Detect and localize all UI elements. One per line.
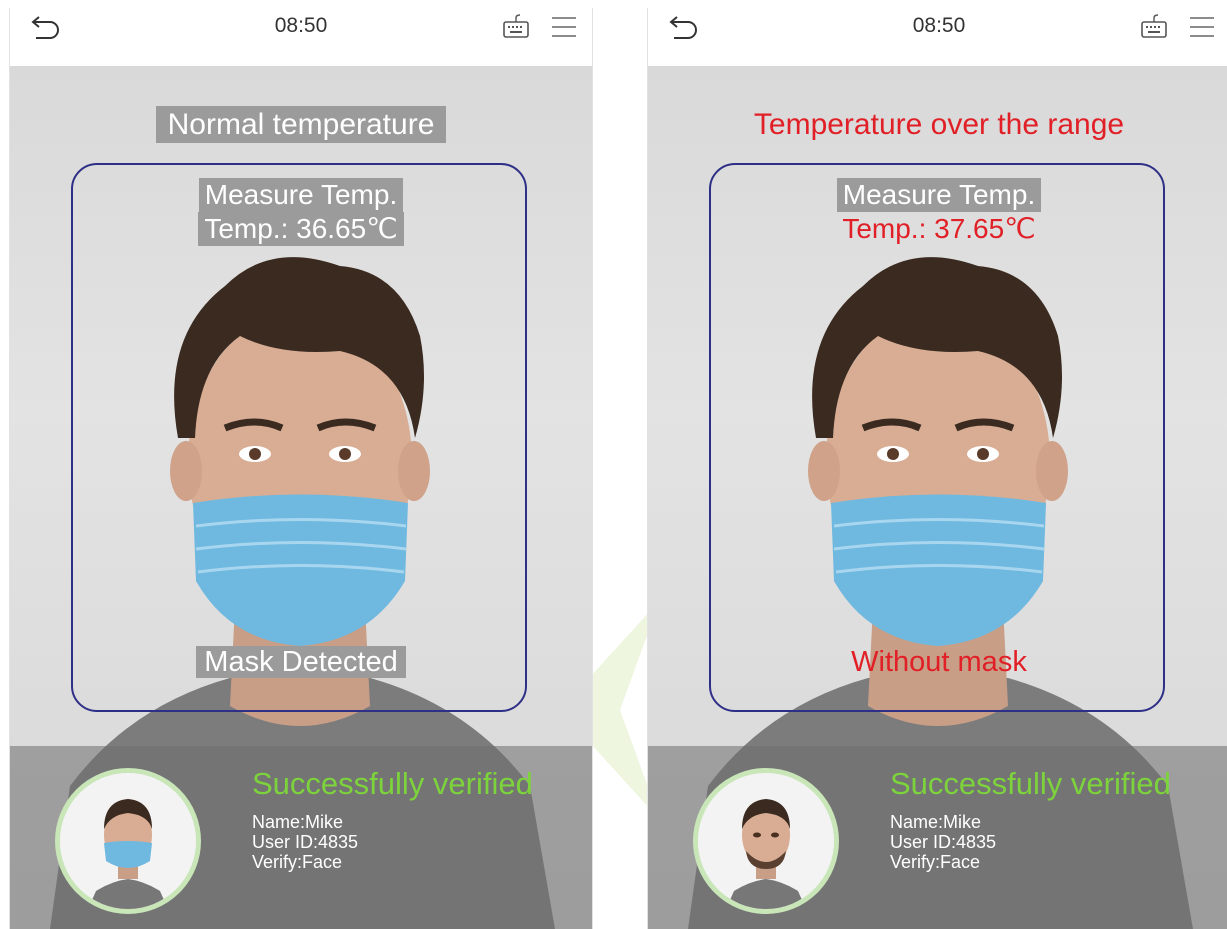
user-info: Name:Mike User ID:4835 Verify:Face [252, 812, 358, 872]
user-info: Name:Mike User ID:4835 Verify:Face [890, 812, 996, 872]
top-bar: 08:50 [648, 8, 1227, 66]
camera-preview: Normal temperature Measure Temp. Temp.: … [10, 66, 592, 929]
mask-status: Mask Detected [10, 646, 592, 679]
user-name: Name:Mike [252, 812, 344, 832]
user-id: User ID:4835 [890, 832, 997, 852]
verification-title: Successfully verified [252, 766, 533, 801]
menu-icon[interactable] [1188, 15, 1216, 39]
temperature-reading: Temp.: 36.65℃ [198, 212, 404, 246]
measure-label: Measure Temp. [836, 178, 1042, 212]
camera-preview: Temperature over the range Measure Temp.… [648, 66, 1227, 929]
device-screen-alert: 08:50 Temperature over the range Measure… [647, 8, 1227, 929]
device-screen-normal: 08:50 Normal temperature Measure Temp. T… [9, 8, 593, 929]
menu-icon[interactable] [550, 15, 578, 39]
verification-title: Successfully verified [890, 766, 1171, 801]
top-bar: 08:50 [10, 8, 592, 66]
user-avatar [55, 768, 201, 914]
keyboard-icon[interactable] [1140, 13, 1168, 41]
user-name: Name:Mike [890, 812, 982, 832]
verify-method: Verify:Face [252, 852, 343, 872]
temperature-reading: Temp.: 37.65℃ [842, 213, 1036, 244]
keyboard-icon[interactable] [502, 13, 530, 41]
mask-status: Without mask [851, 646, 1027, 678]
temperature-status: Temperature over the range [753, 108, 1125, 141]
verification-panel: Successfully verified Name:Mike User ID:… [648, 746, 1227, 929]
measure-block: Measure Temp. Temp.: 37.65℃ [648, 178, 1227, 246]
verification-panel: Successfully verified Name:Mike User ID:… [10, 746, 592, 929]
user-id: User ID:4835 [252, 832, 359, 852]
user-avatar [693, 768, 839, 914]
verify-method: Verify:Face [890, 852, 981, 872]
measure-block: Measure Temp. Temp.: 36.65℃ [10, 178, 592, 246]
measure-label: Measure Temp. [198, 178, 404, 212]
temperature-status: Normal temperature [10, 106, 592, 143]
